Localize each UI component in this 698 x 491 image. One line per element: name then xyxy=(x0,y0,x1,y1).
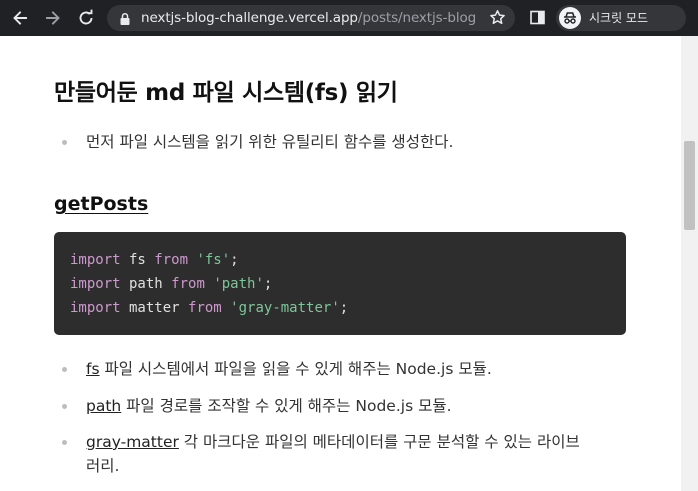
star-icon[interactable] xyxy=(489,9,506,26)
list-item: path 파일 경로를 조작할 수 있게 해주는 Node.js 모듈. xyxy=(62,395,452,417)
list-item-text-wrap: 러리. xyxy=(86,457,120,475)
code-token: ; xyxy=(339,300,349,316)
side-panel-icon[interactable] xyxy=(529,9,546,26)
fs-link[interactable]: fs xyxy=(86,360,100,378)
browser-toolbar: nextjs-blog-challenge.vercel.app/posts/n… xyxy=(0,0,698,36)
list-item: fs 파일 시스템에서 파일을 읽을 수 있게 해주는 Node.js 모듈. xyxy=(62,358,492,380)
incognito-label: 시크릿 모드 xyxy=(589,11,649,25)
back-arrow-icon[interactable] xyxy=(10,8,30,28)
code-line: import fs from 'fs'; xyxy=(70,249,239,271)
scrollbar-track[interactable] xyxy=(681,36,698,491)
code-token: path xyxy=(120,276,172,292)
code-token: matter xyxy=(120,300,189,316)
sub-heading-getposts[interactable]: getPosts xyxy=(54,193,148,215)
lock-icon[interactable] xyxy=(118,11,132,25)
code-token: ; xyxy=(230,252,239,268)
url-host: nextjs-blog-challenge.vercel.app xyxy=(141,10,358,26)
list-item-text: 각 마크다운 파일의 메타데이터를 구문 분석할 수 있는 라이브 xyxy=(178,433,580,451)
forward-arrow-icon[interactable] xyxy=(43,8,63,28)
intro-bullet: 먼저 파일 시스템을 읽기 위한 유틸리티 함수를 생성한다. xyxy=(61,133,454,151)
section-heading: 만들어둔 md 파일 시스템(fs) 읽기 xyxy=(54,80,398,106)
code-token: from xyxy=(188,300,222,316)
list-item-text: 파일 경로를 조작할 수 있게 해주는 Node.js 모듈. xyxy=(121,397,452,415)
code-token: 'path' xyxy=(213,276,264,292)
incognito-icon xyxy=(559,7,581,29)
page-content: 만들어둔 md 파일 시스템(fs) 읽기 먼저 파일 시스템을 읽기 위한 유… xyxy=(0,36,681,491)
url-path: /posts/nextjs-blog xyxy=(357,10,477,26)
code-line: import path from 'path'; xyxy=(70,273,272,295)
gray-matter-link[interactable]: gray-matter xyxy=(86,433,179,451)
code-token: from xyxy=(154,252,189,268)
code-token: import xyxy=(70,300,121,316)
code-line: import matter from 'gray-matter'; xyxy=(70,297,348,319)
path-link[interactable]: path xyxy=(86,397,121,415)
scrollbar-thumb[interactable] xyxy=(684,141,695,230)
list-item: gray-matter 각 마크다운 파일의 메타데이터를 구문 분석할 수 있… xyxy=(62,431,580,453)
reload-icon[interactable] xyxy=(76,8,96,28)
list-item-text: 파일 시스템에서 파일을 읽을 수 있게 해주는 Node.js 모듈. xyxy=(99,360,492,378)
code-token: from xyxy=(171,276,205,292)
code-token: ; xyxy=(263,276,273,292)
code-token: import xyxy=(70,252,121,268)
address-bar[interactable]: nextjs-blog-challenge.vercel.app/posts/n… xyxy=(107,5,515,31)
code-token: fs xyxy=(120,252,155,268)
url-text[interactable]: nextjs-blog-challenge.vercel.app/posts/n… xyxy=(141,5,476,31)
code-block: import fs from 'fs'; import path from 'pa… xyxy=(54,232,626,335)
incognito-indicator[interactable]: 시크릿 모드 xyxy=(556,5,686,31)
code-token: 'fs' xyxy=(196,252,231,268)
code-token: import xyxy=(70,276,121,292)
code-token: 'gray-matter' xyxy=(230,300,340,316)
